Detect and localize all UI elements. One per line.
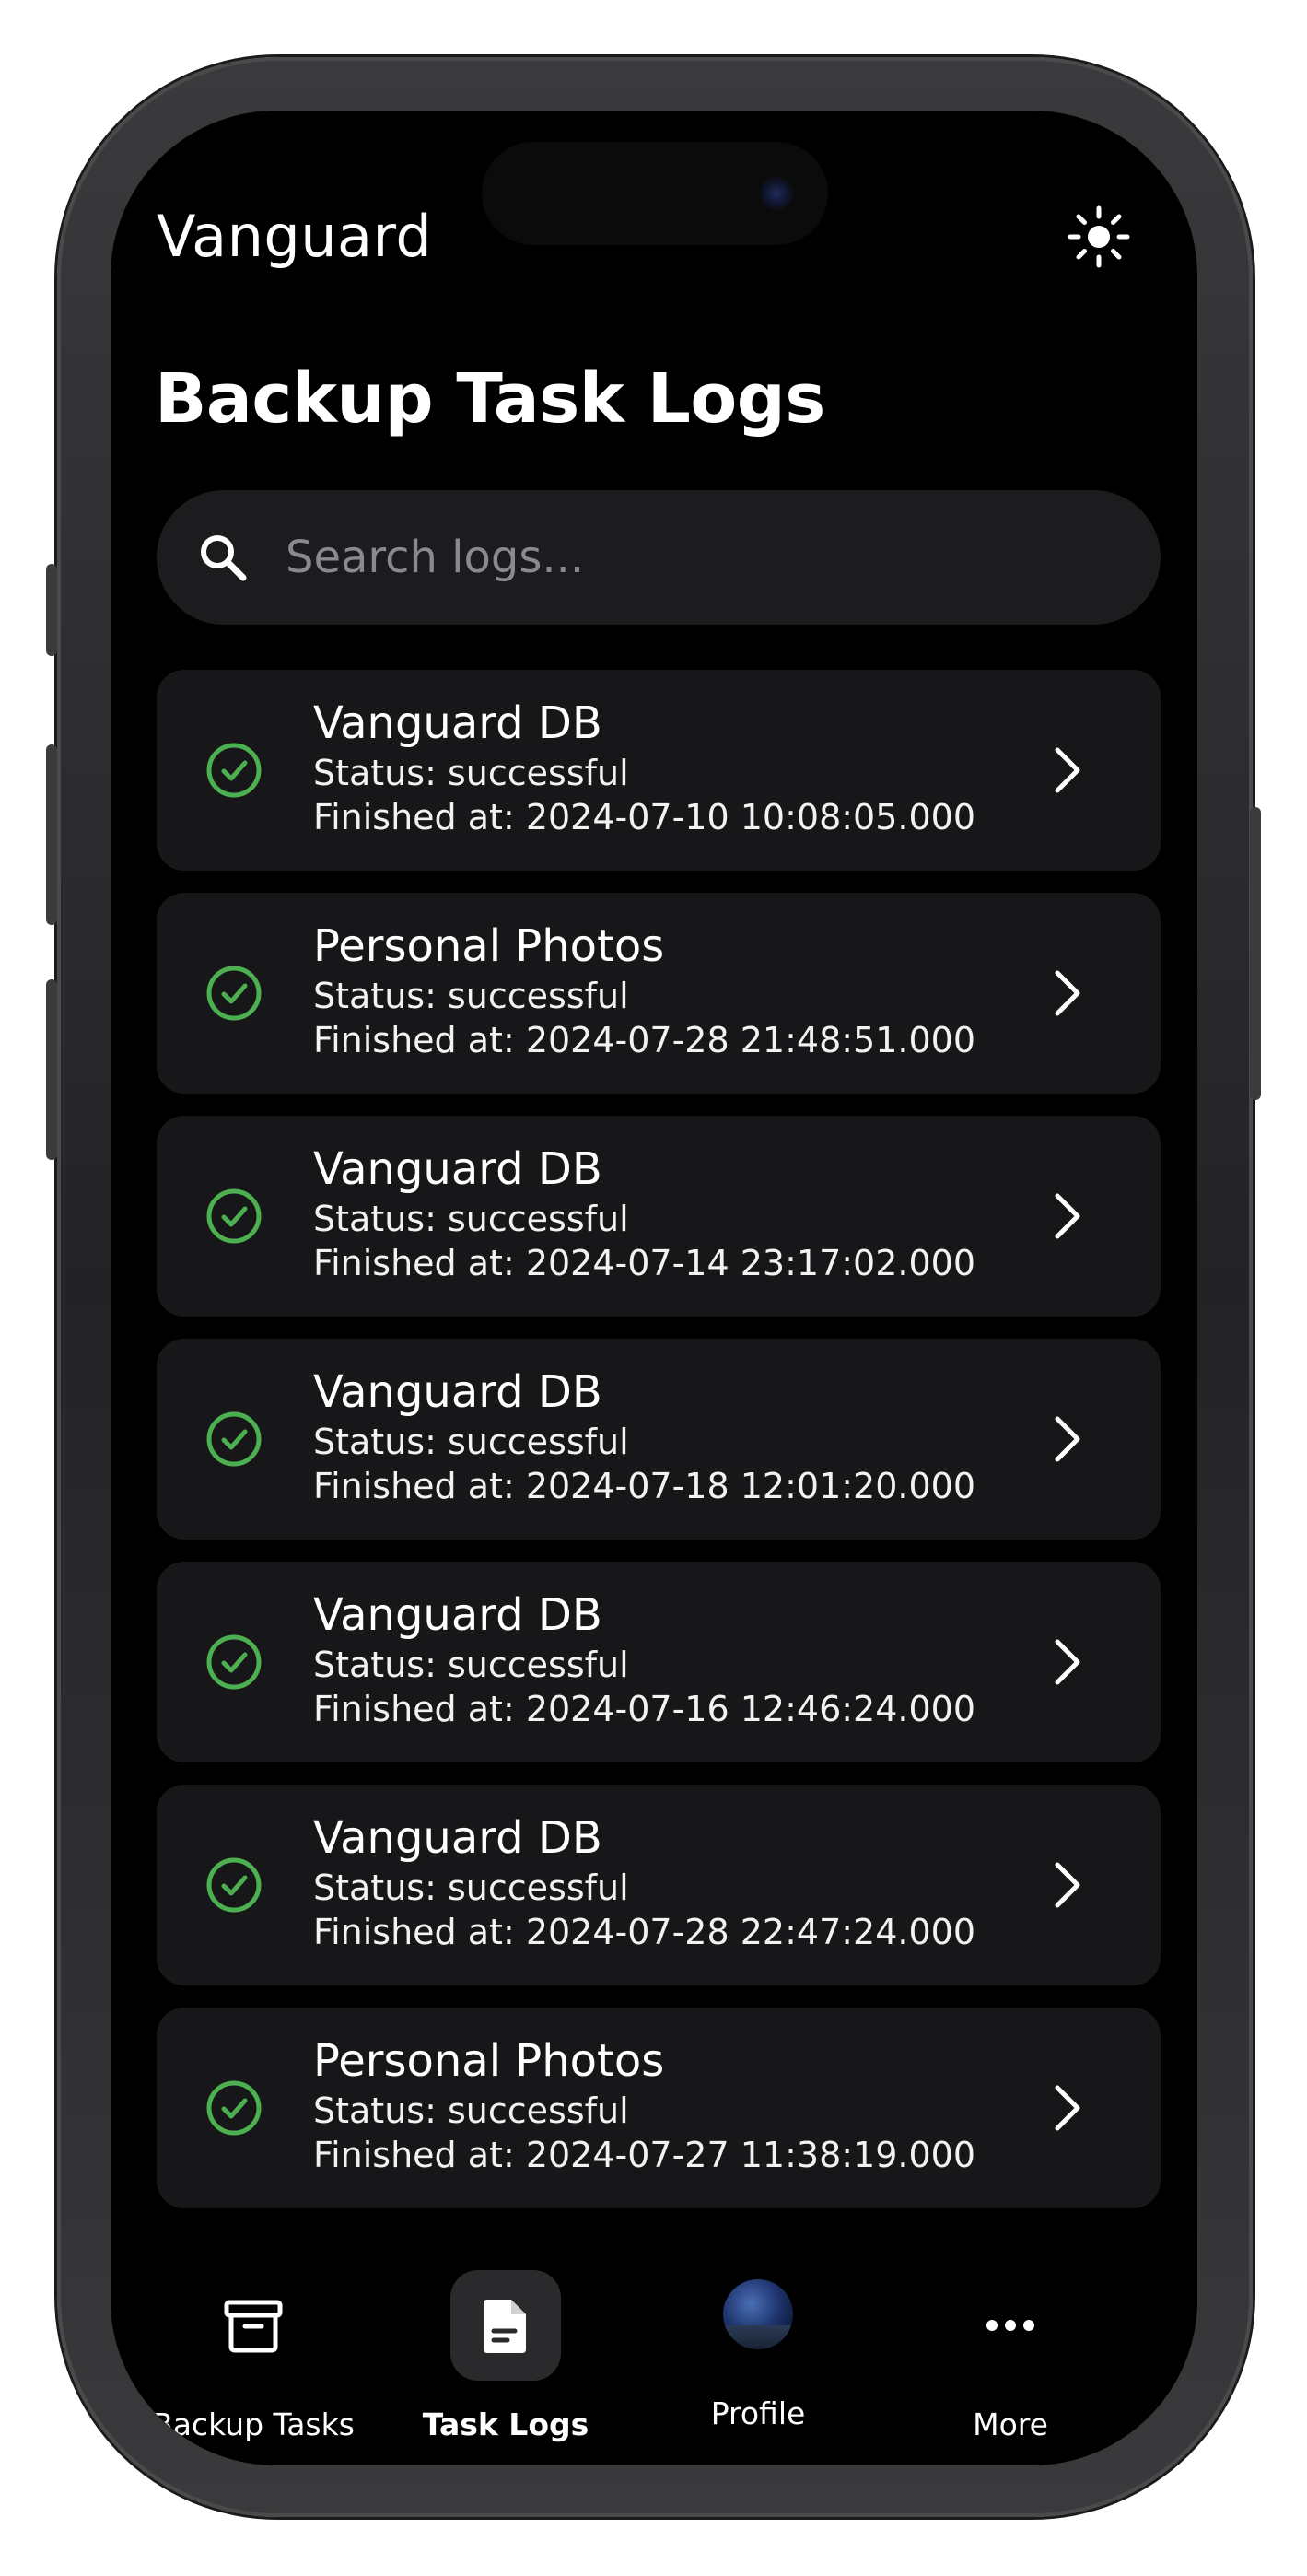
- chevron-right-icon: [1055, 1862, 1080, 1908]
- log-status: Status: successful: [313, 753, 629, 793]
- log-text: Vanguard DB Status: successful Finished …: [313, 696, 975, 839]
- log-task-name: Vanguard DB: [313, 1366, 602, 1418]
- tab-label: Backup Tasks: [152, 2406, 355, 2442]
- chevron-right-icon: [1055, 1193, 1080, 1239]
- chevron-right-icon: [1055, 747, 1080, 793]
- tab-icon-container: [198, 2270, 309, 2381]
- log-finished-at: Finished at: 2024-07-10 10:08:05.000: [313, 797, 976, 837]
- check-circle-icon: [206, 1188, 262, 1244]
- more-dots-icon: [986, 2320, 1034, 2331]
- log-task-name: Personal Photos: [313, 920, 665, 972]
- log-status: Status: successful: [313, 1199, 629, 1239]
- power-button: [1250, 807, 1261, 1100]
- log-text: Vanguard DB Status: successful Finished …: [313, 1587, 975, 1731]
- phone-screen: Vanguard Backup Task Logs Search logs...…: [111, 111, 1197, 2465]
- avatar: [723, 2279, 793, 2349]
- log-card[interactable]: Vanguard DB Status: successful Finished …: [157, 1116, 1161, 1317]
- log-finished-at: Finished at: 2024-07-27 11:38:19.000: [313, 2135, 976, 2175]
- log-text: Vanguard DB Status: successful Finished …: [313, 1364, 975, 1508]
- log-finished-at: Finished at: 2024-07-28 22:47:24.000: [313, 1912, 976, 1952]
- log-list: Vanguard DB Status: successful Finished …: [157, 670, 1161, 2231]
- log-finished-at: Finished at: 2024-07-28 21:48:51.000: [313, 1020, 976, 1060]
- chevron-right-icon: [1055, 1639, 1080, 1685]
- archive-box-icon: [224, 2300, 283, 2353]
- log-task-name: Vanguard DB: [313, 1812, 602, 1864]
- tab-label: Profile: [710, 2395, 806, 2431]
- search-icon: [195, 530, 251, 585]
- log-finished-at: Finished at: 2024-07-18 12:01:20.000: [313, 1466, 976, 1506]
- log-status: Status: successful: [313, 1868, 629, 1908]
- tab-icon-container: [450, 2270, 561, 2381]
- log-task-name: Vanguard DB: [313, 1589, 602, 1641]
- tab-backup-tasks[interactable]: Backup Tasks: [128, 2220, 379, 2442]
- log-finished-at: Finished at: 2024-07-16 12:46:24.000: [313, 1689, 976, 1729]
- search-bar[interactable]: [157, 490, 1161, 625]
- dynamic-island: [482, 142, 828, 245]
- chevron-right-icon: [1055, 2085, 1080, 2131]
- tab-label: Task Logs: [422, 2406, 589, 2442]
- bottom-tab-bar: Backup Tasks Task Logs Profile More: [111, 2220, 1197, 2465]
- log-card[interactable]: Personal Photos Status: successful Finis…: [157, 893, 1161, 1094]
- tab-task-logs[interactable]: Task Logs: [380, 2220, 631, 2442]
- log-status: Status: successful: [313, 976, 629, 1016]
- log-card[interactable]: Vanguard DB Status: successful Finished …: [157, 670, 1161, 871]
- log-text: Vanguard DB Status: successful Finished …: [313, 1810, 975, 1954]
- log-task-name: Vanguard DB: [313, 1143, 602, 1195]
- document-icon: [484, 2300, 526, 2353]
- log-text: Personal Photos Status: successful Finis…: [313, 2033, 975, 2177]
- log-card[interactable]: Vanguard DB Status: successful Finished …: [157, 1562, 1161, 1762]
- check-circle-icon: [206, 1857, 262, 1913]
- camera-lens: [760, 177, 793, 210]
- tab-label: More: [973, 2406, 1048, 2442]
- volume-up-button: [46, 744, 57, 925]
- log-card[interactable]: Vanguard DB Status: successful Finished …: [157, 1785, 1161, 1985]
- log-task-name: Personal Photos: [313, 2035, 665, 2087]
- volume-down-button: [46, 979, 57, 1160]
- log-status: Status: successful: [313, 1645, 629, 1685]
- log-finished-at: Finished at: 2024-07-14 23:17:02.000: [313, 1243, 976, 1283]
- log-text: Vanguard DB Status: successful Finished …: [313, 1142, 975, 1285]
- check-circle-icon: [206, 966, 262, 1021]
- sun-icon: [1068, 205, 1130, 268]
- tab-more[interactable]: More: [885, 2220, 1136, 2442]
- chevron-right-icon: [1055, 1416, 1080, 1462]
- log-card[interactable]: Personal Photos Status: successful Finis…: [157, 2008, 1161, 2208]
- log-task-name: Vanguard DB: [313, 697, 602, 749]
- search-input[interactable]: [284, 531, 1043, 584]
- log-card[interactable]: Vanguard DB Status: successful Finished …: [157, 1339, 1161, 1540]
- tab-icon-container: [703, 2259, 813, 2370]
- log-status: Status: successful: [313, 2090, 629, 2131]
- check-circle-icon: [206, 1634, 262, 1690]
- check-circle-icon: [206, 743, 262, 798]
- action-button: [46, 564, 57, 656]
- tab-profile[interactable]: Profile: [633, 2220, 883, 2431]
- check-circle-icon: [206, 1411, 262, 1467]
- theme-toggle-button[interactable]: [1059, 197, 1138, 276]
- page-title: Backup Task Logs: [155, 359, 825, 439]
- tab-icon-container: [955, 2270, 1066, 2381]
- log-status: Status: successful: [313, 1422, 629, 1462]
- chevron-right-icon: [1055, 970, 1080, 1016]
- app-title: Vanguard: [157, 203, 433, 270]
- log-text: Personal Photos Status: successful Finis…: [313, 919, 975, 1062]
- check-circle-icon: [206, 2080, 262, 2136]
